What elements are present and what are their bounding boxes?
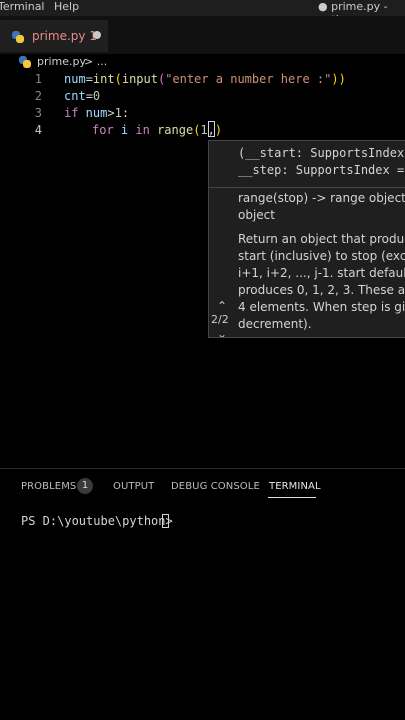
signature-help-popup[interactable]: (__start: SupportsIndex, __step: Support…: [208, 140, 405, 338]
token: num: [78, 106, 108, 120]
line-number: 4: [34, 123, 42, 137]
token: for: [92, 123, 114, 137]
token: 0: [92, 89, 101, 103]
token: )): [331, 72, 346, 86]
panel-divider: [0, 468, 405, 469]
chevron-up-icon[interactable]: ⌃: [217, 299, 227, 313]
active-tab-indicator: [268, 497, 316, 498]
terminal-prompt[interactable]: PS D:\youtube\python>: [21, 514, 180, 528]
line-number: 1: [34, 72, 42, 86]
doc-line: object: [238, 208, 275, 222]
token: 1: [200, 123, 208, 137]
breadcrumb: prime.py > ...: [0, 54, 405, 70]
tab-output[interactable]: OUTPUT: [113, 481, 154, 492]
tab-problems[interactable]: PROBLEMS: [21, 481, 76, 492]
signature-line: (__start: SupportsIndex,: [238, 146, 405, 160]
line-number: 3: [34, 106, 42, 120]
line-number: 2: [34, 89, 42, 103]
description-line: i+1, i+2, ..., j-1. start defaults to: [238, 266, 405, 280]
code-line-4[interactable]: for i in range(1,): [92, 123, 222, 137]
token: =: [85, 72, 93, 86]
breadcrumb-more[interactable]: > ...: [84, 55, 107, 68]
doc-line: range(stop) -> range object ra: [238, 191, 405, 205]
tab-debug-console[interactable]: DEBUG CONSOLE: [171, 481, 260, 492]
token: >: [107, 106, 115, 120]
token: :: [121, 106, 130, 120]
code-line-3[interactable]: if num>1:: [64, 106, 129, 120]
token: if: [64, 106, 79, 120]
token: input: [121, 72, 158, 86]
divider: [209, 187, 405, 188]
chevron-down-icon[interactable]: ⌄: [217, 327, 227, 337]
bracket-match-highlight: [208, 121, 215, 137]
description-line: start (inclusive) to stop (exclusi: [238, 249, 405, 263]
menu-help[interactable]: Help: [54, 0, 79, 13]
tab-terminal[interactable]: TERMINAL: [269, 481, 321, 492]
overload-counter: 2/2: [211, 313, 229, 326]
python-file-icon: [12, 31, 24, 43]
tab-label: prime.py 1: [32, 29, 97, 43]
token: int: [92, 72, 115, 86]
problems-badge: 1: [77, 478, 93, 494]
token: num: [64, 72, 86, 86]
terminal-cursor: [162, 514, 169, 528]
menu-bar: Terminal Help ● prime.py - pytho: [0, 0, 405, 26]
token: cnt: [64, 89, 86, 103]
token: 1: [114, 106, 122, 120]
token: =: [85, 89, 93, 103]
code-line-2[interactable]: cnt=0: [64, 89, 100, 103]
description-line: decrement).: [238, 317, 312, 331]
code-line-1[interactable]: num=int(input("enter a number here :")): [64, 72, 346, 86]
menu-terminal[interactable]: Terminal: [0, 0, 45, 13]
token: "enter a number here :": [165, 72, 332, 86]
token: (: [114, 72, 122, 86]
python-file-icon: [19, 56, 31, 68]
token: in: [135, 123, 150, 137]
description-line: produces 0, 1, 2, 3. These are e: [238, 283, 405, 297]
signature-line: __step: SupportsIndex =: [238, 163, 405, 177]
unsaved-dot-icon[interactable]: [93, 31, 101, 39]
breadcrumb-file[interactable]: prime.py: [37, 55, 86, 68]
description-line: Return an object that produces: [238, 232, 405, 246]
description-line: 4 elements. When step is given: [238, 300, 405, 314]
token: i: [113, 123, 136, 137]
token: ): [214, 123, 223, 137]
token: range: [157, 123, 194, 137]
